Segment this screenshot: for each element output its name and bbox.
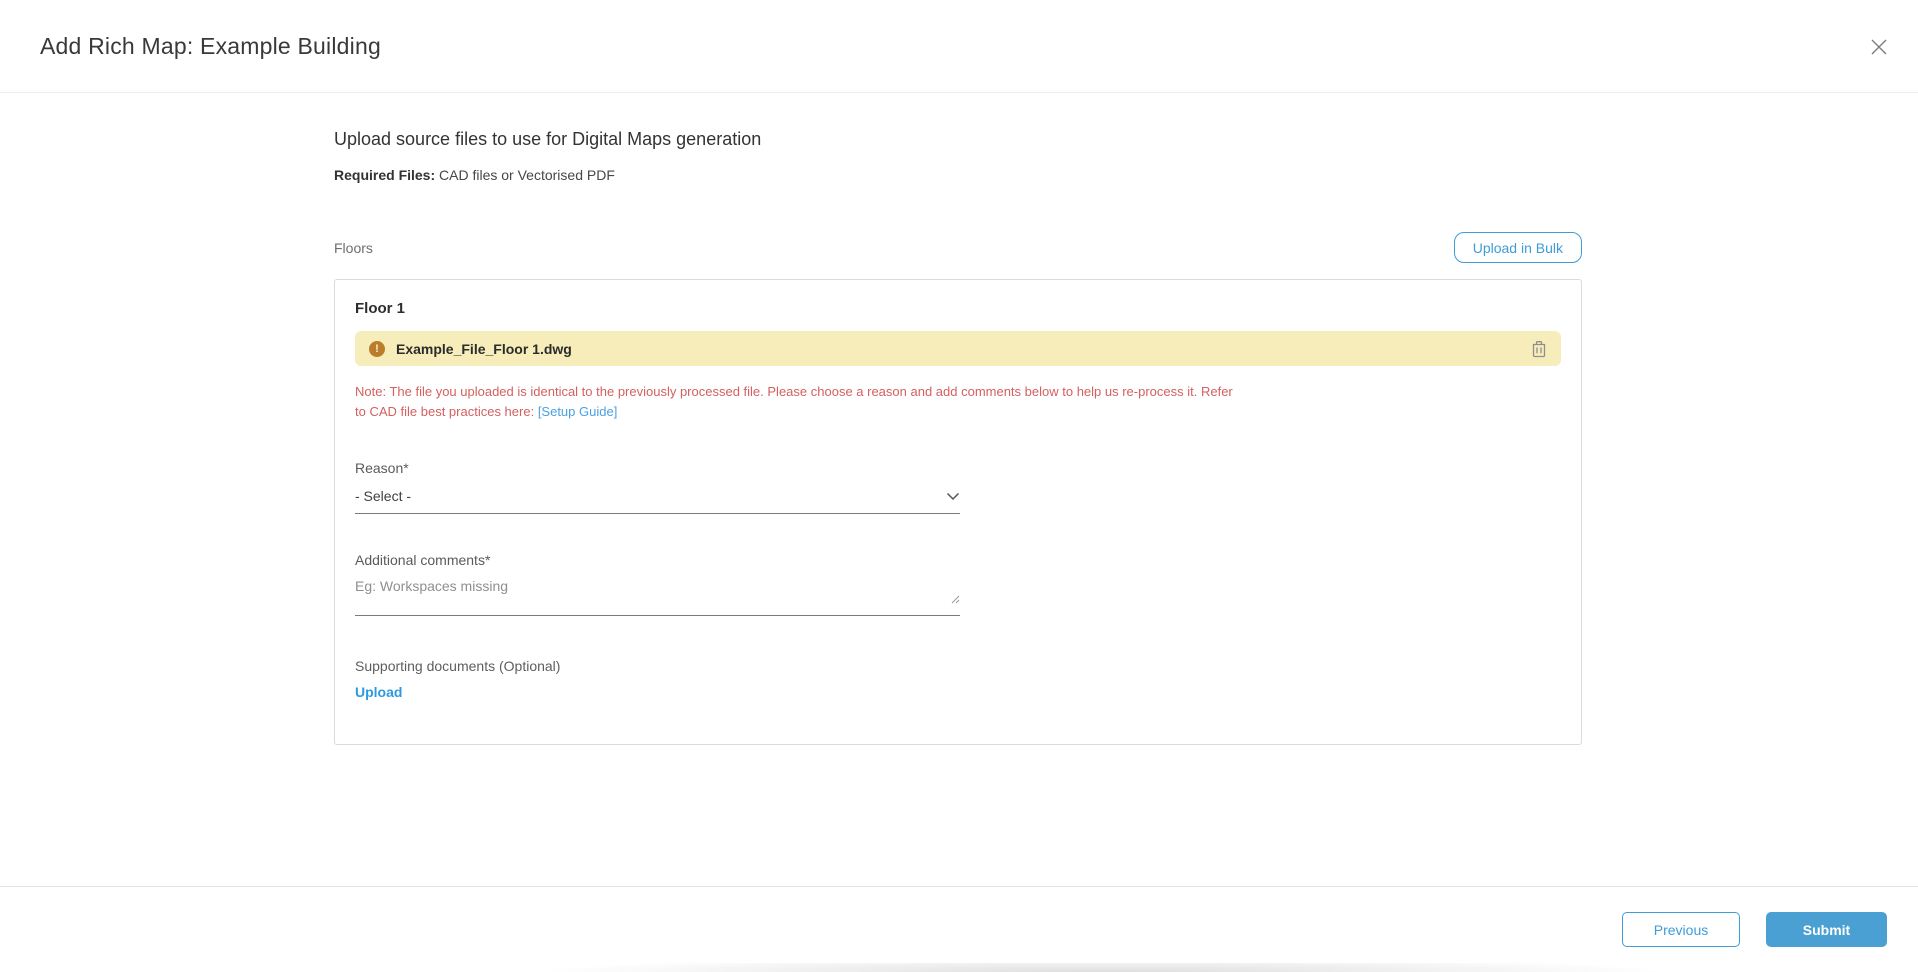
uploaded-file-name: Example_File_Floor 1.dwg — [396, 341, 572, 357]
required-files-label: Required Files: — [334, 167, 435, 183]
reason-label: Reason* — [355, 460, 1561, 476]
close-x-glyph — [1870, 38, 1888, 56]
previous-button[interactable]: Previous — [1622, 912, 1740, 947]
close-icon[interactable] — [1866, 34, 1892, 60]
resize-grip-icon[interactable] — [951, 591, 960, 609]
note-text: Note: The file you uploaded is identical… — [355, 384, 1233, 419]
additional-comments-label: Additional comments* — [355, 552, 1561, 568]
duplicate-file-note: Note: The file you uploaded is identical… — [355, 382, 1243, 422]
trash-icon — [1531, 340, 1547, 358]
submit-button[interactable]: Submit — [1766, 912, 1887, 947]
uploaded-file-banner: ! Example_File_Floor 1.dwg — [355, 331, 1561, 366]
modal-body: Upload source files to use for Digital M… — [0, 129, 1918, 745]
floor-name: Floor 1 — [355, 300, 1561, 317]
required-files-line: Required Files: CAD files or Vectorised … — [334, 167, 1582, 183]
floors-row: Floors Upload in Bulk — [334, 232, 1582, 263]
supporting-documents-label: Supporting documents (Optional) — [355, 658, 1561, 674]
floors-section-label: Floors — [334, 240, 373, 256]
required-files-value: CAD files or Vectorised PDF — [435, 167, 615, 183]
delete-file-button[interactable] — [1531, 340, 1547, 358]
additional-comments-input[interactable] — [355, 578, 960, 604]
setup-guide-link[interactable]: [Setup Guide] — [538, 404, 618, 419]
floor-card: Floor 1 ! Example_File_Floor 1.dwg Note:… — [334, 279, 1582, 745]
reason-selected-value: - Select - — [355, 488, 411, 504]
upload-in-bulk-button[interactable]: Upload in Bulk — [1454, 232, 1582, 263]
modal-header: Add Rich Map: Example Building — [0, 0, 1918, 93]
additional-comments-wrapper — [355, 578, 960, 616]
modal-footer: Previous Submit — [0, 886, 1918, 972]
chevron-down-icon — [946, 492, 960, 501]
warning-icon: ! — [369, 341, 385, 357]
supporting-upload-link[interactable]: Upload — [355, 684, 402, 700]
reason-select[interactable]: - Select - — [355, 488, 960, 514]
modal-title: Add Rich Map: Example Building — [40, 33, 381, 60]
upload-instructions-heading: Upload source files to use for Digital M… — [334, 129, 1582, 150]
